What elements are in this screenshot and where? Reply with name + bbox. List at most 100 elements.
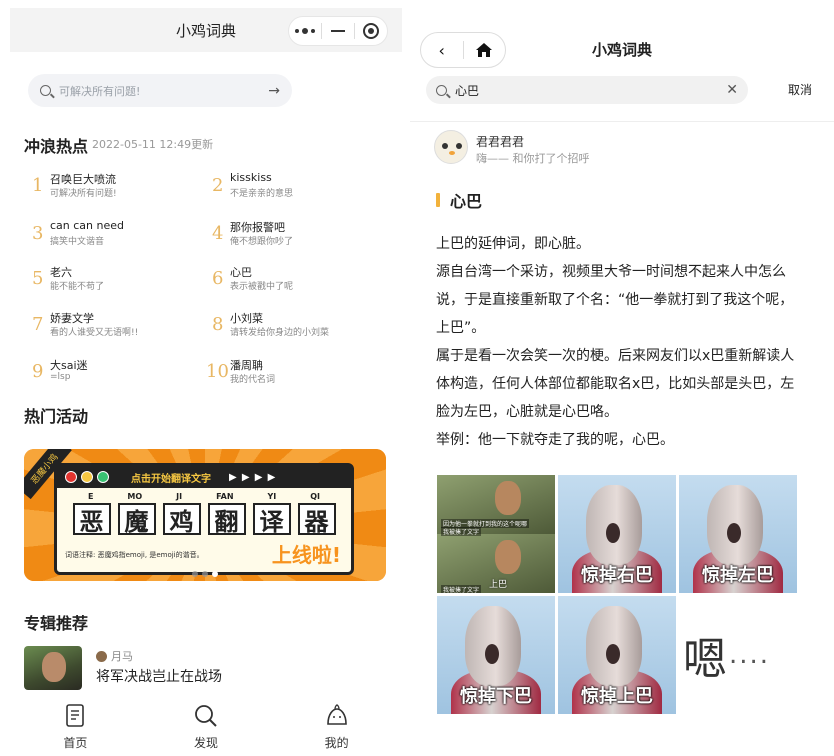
album-section-title: 专辑推荐 [24,614,89,633]
hot-word: kisskiss [230,171,272,184]
hot-rank: 9 [32,361,44,382]
hanzi-row: 恶 魔 鸡 翻 译 器 [57,503,351,536]
hot-word: 心巴 [230,266,252,279]
search-input[interactable]: 心巴 ✕ [426,76,748,104]
hot-item[interactable]: 3 can can need 搞笑中文谐音 [32,219,212,253]
hot-section-title: 冲浪热点 [24,137,89,156]
translator-card: 点击开始翻译文字 ▶ ▶ ▶ ▶ E MO JI FAN YI QI 恶 魔 鸡… [54,463,354,575]
more-menu-button[interactable] [289,17,321,45]
tab-label: 发现 [194,736,219,750]
minimize-button[interactable] [322,17,354,45]
author-avatar [96,650,107,662]
activity-banner[interactable]: 恶魔小鸡 点击开始翻译文字 ▶ ▶ ▶ ▶ E MO JI FAN YI QI … [24,449,386,581]
hot-item[interactable]: 5 老六 能不能不苟了 [32,264,212,298]
hot-word: 召唤巨大喷流 [50,173,116,186]
album-card[interactable]: 月马 将军决战岂止在战场 [24,646,384,698]
search-icon [195,705,217,727]
home-screen: 小鸡词典 可解决所有问题! → 冲浪热点 2022-05-11 12:49更新 … [10,8,402,756]
pinyin-row: E MO JI FAN YI QI [57,492,351,501]
banner-note: 词语注释: 恶魔鸡指emoji, 是emoji的谐音。 [65,551,204,559]
meme-caption: 惊掉上巴 [581,686,653,707]
meme-image[interactable]: 嗯 .... [679,596,797,714]
hot-item[interactable]: 9 大sai迷 =lsp [32,357,212,391]
pinyin: E [87,492,94,501]
search-placeholder: 可解决所有问题! [59,84,141,98]
hot-item[interactable]: 7 娇妻文学 看的人谁受又无语啊!! [32,310,212,344]
meme-image[interactable]: 惊掉左巴 [679,475,797,593]
definition-paragraph: 源自台湾一个采访，视频里大爷一时间想不起来人中怎么说，于是直接重新取了个名：“他… [436,264,794,336]
meme-image[interactable]: 因为他一拳就打到我的这个呢哪 我被揍了文字 上巴 我被揍了文字 [437,475,555,593]
hot-desc: 请转发给你身边的小刘菜 [230,328,330,338]
hot-rank: 8 [212,314,224,335]
tab-profile[interactable]: 我的 [271,698,402,756]
hot-rank: 6 [212,268,224,289]
banner-launch: 上线啦! [271,543,341,567]
app-title: 小鸡词典 [591,41,652,59]
hot-item[interactable]: 2 kisskiss 不是亲亲的意思 [212,171,392,205]
meme-subtitle: 我被揍了文字 [441,585,482,593]
chick-icon [326,704,347,725]
hot-item[interactable]: 1 召唤巨大喷流 可解决所有问题! [32,171,212,205]
hot-word: 大sai迷 [50,359,88,372]
search-icon [436,84,447,96]
meme-text: 嗯 [683,634,727,685]
hot-word: 娇妻文学 [50,312,94,325]
album-author: 月马 [96,648,133,664]
meme-caption: 惊掉右巴 [581,565,653,586]
meme-image[interactable]: 惊掉上巴 [558,596,676,714]
hot-desc: 不是亲亲的意思 [230,189,294,199]
arrow-right-icon[interactable]: → [268,83,280,99]
clear-icon[interactable]: ✕ [726,82,738,98]
album-title: 将军决战岂止在战场 [96,669,222,685]
hot-word: 小刘菜 [230,312,263,325]
cancel-button[interactable]: 取消 [788,81,812,98]
document-icon [66,704,85,727]
hot-updated-time: 2022-05-11 12:49更新 [92,138,214,151]
hot-word: can can need [50,219,125,232]
title-marker [436,193,440,207]
pinyin: JI [176,492,183,501]
user-signature: 嗨—— 和你打了个招呼 [476,152,590,165]
meme-image[interactable]: 惊掉下巴 [437,596,555,714]
hot-rank: 10 [206,361,229,382]
hot-rank: 3 [32,223,44,244]
hot-desc: 俺不想跟你吵了 [230,237,294,247]
meme-subtitle: 我被揍了文字 [441,527,482,536]
avatar[interactable] [434,130,468,164]
mini-program-capsule [288,16,388,46]
hot-desc: 搞笑中文谐音 [50,237,105,247]
hot-desc: 表示被戳中了呢 [230,282,294,292]
hanzi: 魔 [117,503,156,536]
hot-item[interactable]: 4 那你报警吧 俺不想跟你吵了 [212,219,392,253]
tab-home[interactable]: 首页 [10,698,141,756]
hanzi: 器 [297,503,336,536]
definition-paragraph: 举例：他一下就夺走了我的呢，心巴。 [436,432,674,448]
tab-discover[interactable]: 发现 [141,698,272,756]
hot-desc: 可解决所有问题! [50,189,117,199]
search-bar[interactable]: 可解决所有问题! → [28,74,292,107]
image-grid: 因为他一拳就打到我的这个呢哪 我被揍了文字 上巴 我被揍了文字 惊掉右巴 惊掉左… [437,475,799,715]
meme-image[interactable]: 惊掉右巴 [558,475,676,593]
hot-rank: 7 [32,314,44,335]
hot-rank: 1 [32,175,44,196]
hot-rank: 2 [212,175,224,196]
hot-word: 那你报警吧 [230,221,285,234]
meme-dots: .... [729,640,771,670]
definition-paragraph: 上巴的延伸词，即心脏。 [436,236,590,252]
red-dot-icon [65,471,77,483]
target-icon [363,23,379,39]
carousel-indicator[interactable] [192,571,218,577]
activity-section-title: 热门活动 [24,407,89,426]
search-value: 心巴 [455,83,480,98]
search-icon [40,85,51,96]
hot-rank: 4 [212,223,224,244]
pinyin: YI [267,492,277,501]
meme-caption: 惊掉左巴 [702,565,774,586]
close-mini-program-button[interactable] [355,17,387,45]
hot-item[interactable]: 8 小刘菜 请转发给你身边的小刘菜 [212,310,392,344]
hot-item[interactable]: 10 潘周聃 我的代名词 [206,357,386,391]
detail-header: ‹ 小鸡词典 心巴 ✕ 取消 [410,8,834,122]
hot-item[interactable]: 6 心巴 表示被戳中了呢 [212,264,392,298]
play-arrows-icon: ▶ ▶ ▶ ▶ [229,471,277,483]
top-bar: 小鸡词典 [10,8,402,52]
